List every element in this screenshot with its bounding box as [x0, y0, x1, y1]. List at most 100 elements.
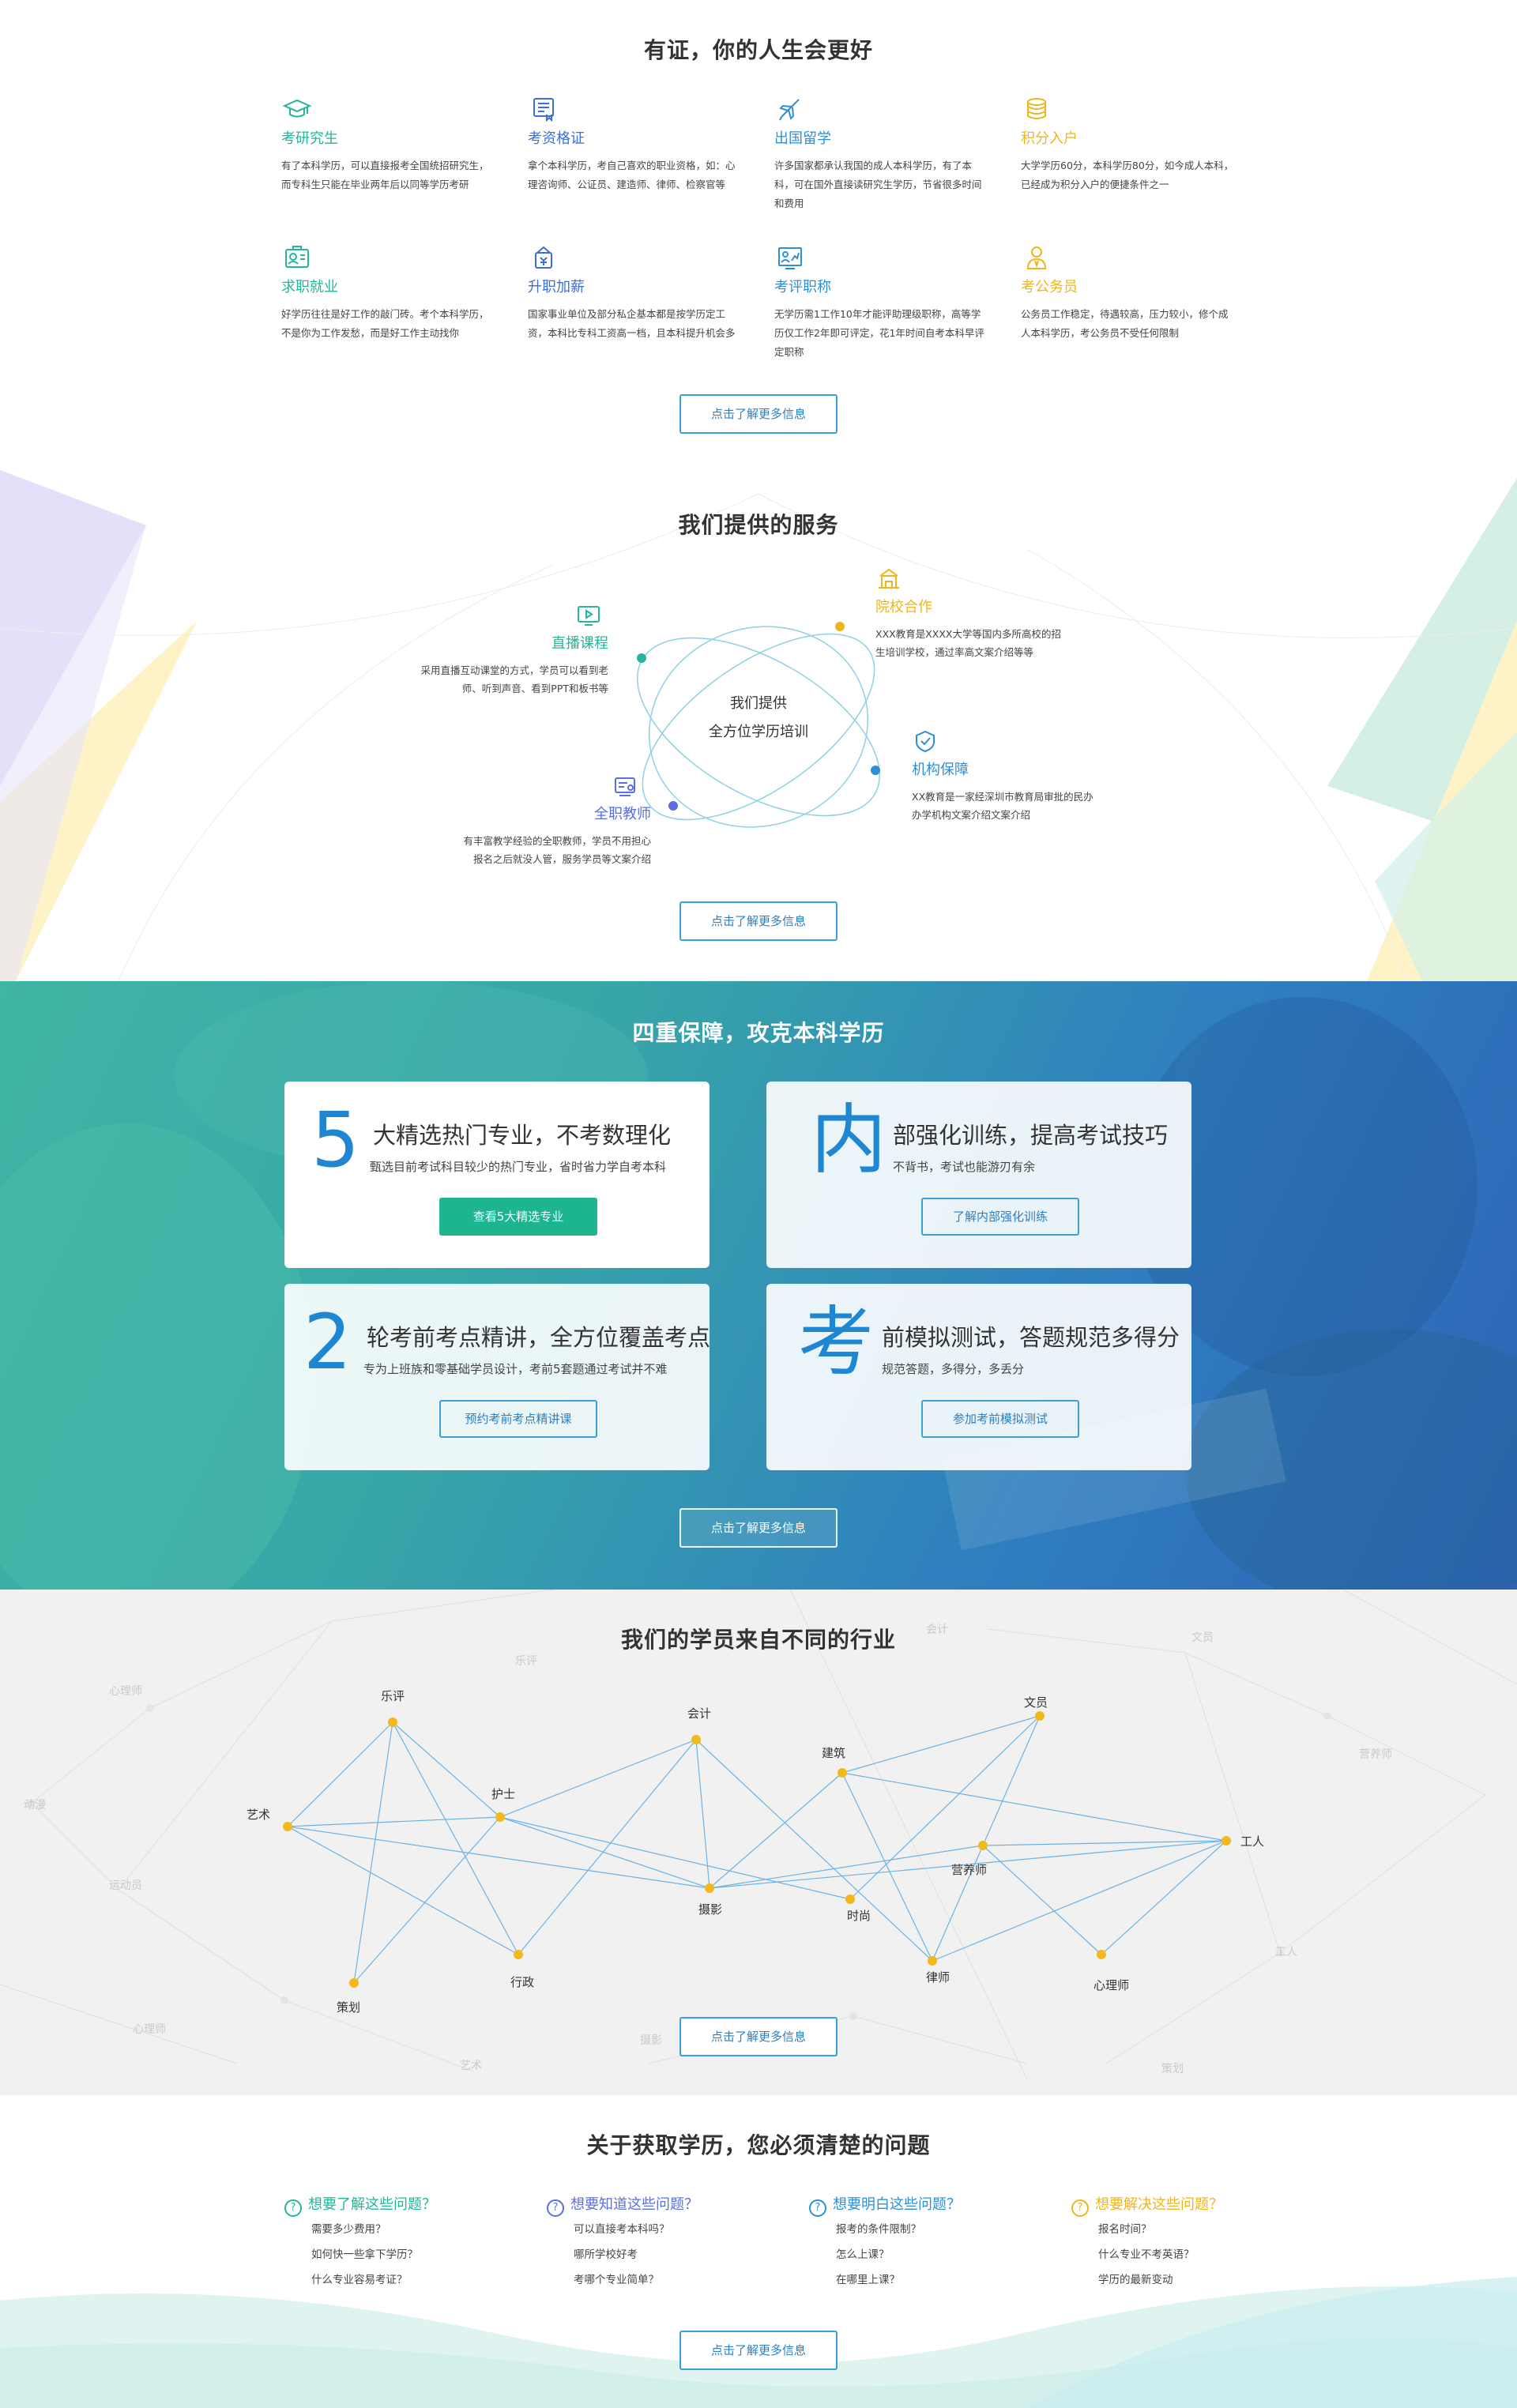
- service-desc-line: 有丰富教学经验的全职教师，学员不用担心: [463, 835, 651, 847]
- guarantee-card-majors: 5 大精选热门专业，不考数理化 甄选目前考试科目较少的热门专业，省时省力学自考本…: [284, 1082, 710, 1268]
- faq-heading-text: 想要明白这些问题？: [833, 2196, 961, 2213]
- faq-item[interactable]: 在哪里上课？: [809, 2267, 1046, 2293]
- certificate-icon: [533, 98, 554, 122]
- industry-label: 摄影: [698, 1902, 723, 1917]
- chart-board-icon: [778, 247, 802, 269]
- network-node: [283, 1822, 292, 1831]
- benefit-title: 考公务员: [1021, 279, 1078, 295]
- guarantee-background: [0, 981, 1517, 1590]
- learn-training-button[interactable]: 了解内部强化训练: [921, 1198, 1079, 1236]
- question-icon: ?: [1071, 2199, 1089, 2217]
- industry-label: 工人: [1240, 1834, 1265, 1849]
- guarantee-section: 四重保障，攻克本科学历 5 大精选热门专业，不考数理化 甄选目前考试科目较少的热…: [0, 981, 1517, 1590]
- more-info-button[interactable]: 点击了解更多信息: [679, 2331, 838, 2370]
- network-node: [845, 1894, 855, 1904]
- faq-item[interactable]: 什么专业不考英语？: [1071, 2242, 1308, 2267]
- faq-heading: ? 想要知道这些问题？: [547, 2195, 784, 2217]
- service-desc-line: 采用直播互动课堂的方式，学员可以看到老: [420, 664, 608, 676]
- faq-heading: ? 想要明白这些问题？: [809, 2195, 1046, 2217]
- more-info-button[interactable]: 点击了解更多信息: [679, 1508, 838, 1548]
- benefit-title: 出国留学: [774, 130, 831, 147]
- network-edge: [695, 1739, 933, 1962]
- guarantee-card-lectures: 2 轮考前考点精讲，全方位覆盖考点 专为上班族和零基础学员设计，考前5套题通过考…: [284, 1284, 710, 1470]
- network-node: [691, 1735, 701, 1744]
- question-icon: ?: [284, 2199, 302, 2217]
- network-edge: [287, 1721, 393, 1827]
- faq-column: ? 想要了解这些问题？ 需要多少费用？ 如何快一些拿下学历？ 什么专业容易考证？: [284, 2195, 521, 2293]
- faq-item[interactable]: 哪所学校好考: [547, 2242, 784, 2267]
- more-info-button[interactable]: 点击了解更多信息: [679, 2017, 838, 2056]
- faq-item[interactable]: 考哪个专业简单？: [547, 2267, 784, 2293]
- network-node: [514, 1950, 523, 1959]
- benefit-title: 考资格证: [528, 130, 585, 147]
- benefit-desc: 拿个本科学历，考自己喜欢的职业资格，如：心理咨询师、公证员、建造师、律师、检察官…: [528, 160, 736, 190]
- network-node: [1222, 1836, 1231, 1846]
- network-edge: [518, 1739, 697, 1955]
- card-subtext: 专为上班族和零基础学员设计，考前5套题通过考试并不难: [363, 1362, 668, 1376]
- card-big-char: 内: [811, 1096, 886, 1184]
- industry-label: 心理师: [1094, 1978, 1130, 1992]
- faq-item[interactable]: 怎么上课？: [809, 2242, 1046, 2267]
- orbit-center-text: 我们提供 全方位学历培训: [679, 690, 838, 747]
- card-heading: 大精选热门专业，不考数理化: [373, 1122, 672, 1149]
- industries-section: 心理师 乐评 会计 文员 营养师 动漫 运动员 工人 心理师 艺术 摄影 策划 …: [0, 1590, 1517, 2095]
- faq-column: ? 想要明白这些问题？ 报考的条件限制？ 怎么上课？ 在哪里上课？: [809, 2195, 1046, 2293]
- network-edge: [392, 1721, 501, 1818]
- benefit-item-professional-title: 考评职称 无学历需1工作10年才能评助理级职称，高等学历仅工作2年即可评定，花1…: [774, 242, 988, 362]
- live-video-icon: [578, 606, 600, 626]
- coins-icon: [1027, 98, 1046, 119]
- network-edge: [287, 1816, 501, 1827]
- benefit-title: 升职加薪: [528, 279, 585, 295]
- faq-item[interactable]: 需要多少费用？: [284, 2217, 521, 2242]
- service-institution-guarantee: 机构保障 XX教育是一家经深圳市教育局审批的民办 办学机构文案介绍文案介绍: [912, 728, 1149, 824]
- faq-item[interactable]: 可以直接考本科吗？: [547, 2217, 784, 2242]
- industry-label: 会计: [687, 1706, 712, 1721]
- faint-label: 工人: [1275, 1946, 1297, 1958]
- section-title: 有证，你的人生会更好: [643, 37, 873, 63]
- faint-label: 运动员: [109, 1879, 142, 1892]
- benefit-item-study-abroad: 出国留学 许多国家都承认我国的成人本科学历，有了本科，可在国外直接读研究生学历，…: [774, 93, 988, 213]
- network-node: [928, 1956, 937, 1966]
- network-edge: [1101, 1840, 1227, 1955]
- network-edge: [353, 1721, 393, 1984]
- card-big-char: 2: [303, 1298, 352, 1386]
- question-icon: ?: [809, 2199, 826, 2217]
- network-node: [1035, 1711, 1045, 1721]
- service-title: 院校合作: [875, 599, 932, 615]
- benefit-item-promotion: 升职加薪 国家事业单位及部分私企基本都是按学历定工资，本科比专科工资高一档，且本…: [528, 242, 741, 343]
- service-title: 直播课程: [551, 635, 608, 652]
- network-node: [705, 1883, 714, 1893]
- book-lecture-button[interactable]: 预约考前考点精讲课: [439, 1400, 597, 1438]
- more-info-button[interactable]: 点击了解更多信息: [679, 394, 838, 434]
- benefit-item-qualification: 考资格证 拿个本科学历，考自己喜欢的职业资格，如：心理咨询师、公证员、建造师、律…: [528, 93, 741, 194]
- card-big-char: 考: [798, 1298, 874, 1386]
- faq-item[interactable]: 如何快一些拿下学历？: [284, 2242, 521, 2267]
- network-edge: [932, 1840, 1227, 1962]
- view-majors-button[interactable]: 查看5大精选专业: [439, 1198, 597, 1236]
- card-subtext: 甄选目前考试科目较少的热门专业，省时省力学自考本科: [370, 1160, 667, 1174]
- shield-icon: [916, 730, 935, 753]
- faq-item[interactable]: 什么专业容易考证？: [284, 2267, 521, 2293]
- orbit-dot: [637, 653, 646, 663]
- orbit-dot: [871, 766, 880, 775]
- faq-heading-text: 想要了解这些问题？: [308, 2196, 436, 2213]
- benefit-desc: 有了本科学历，可以直接报考全国统招研究生，而专科生只能在毕业两年后以同等学历考研: [281, 160, 489, 190]
- orbit-dot: [835, 622, 845, 631]
- join-mock-test-button[interactable]: 参加考前模拟测试: [921, 1400, 1079, 1438]
- faint-label: 心理师: [133, 2023, 166, 2036]
- benefit-title: 考评职称: [774, 279, 831, 295]
- more-info-button[interactable]: 点击了解更多信息: [679, 901, 838, 941]
- faq-heading: ? 想要解决这些问题？: [1071, 2195, 1308, 2217]
- faint-label: 摄影: [640, 2034, 662, 2047]
- faq-item[interactable]: 报名时间？: [1071, 2217, 1308, 2242]
- faq-item[interactable]: 报考的条件限制？: [809, 2217, 1046, 2242]
- benefit-item-points-hukou: 积分入户 大学学历60分，本科学历80分，如今成人本科，已经成为积分入户的便捷条…: [1021, 93, 1234, 194]
- faq-item[interactable]: 学历的最新变动: [1071, 2267, 1308, 2293]
- benefit-desc: 好学历往往是好工作的敲门砖。考个本科学历，不是你为工作发愁，而是好工作主动找你: [281, 308, 489, 339]
- card-subtext: 规范答题，多得分，多丢分: [882, 1362, 1025, 1376]
- certificate-benefits-section: 有证，你的人生会更好 考研究生 有了本科学历，可以直接报考全国统招研究生，而专科…: [0, 0, 1517, 470]
- network-node: [388, 1718, 397, 1727]
- center-line: 全方位学历培训: [709, 724, 808, 740]
- services-section: 我们提供的服务 我们提供 全方位学历培训 直播课程 采用直播互动课堂的方式，学员…: [0, 470, 1517, 981]
- card-big-char: 5: [311, 1096, 360, 1184]
